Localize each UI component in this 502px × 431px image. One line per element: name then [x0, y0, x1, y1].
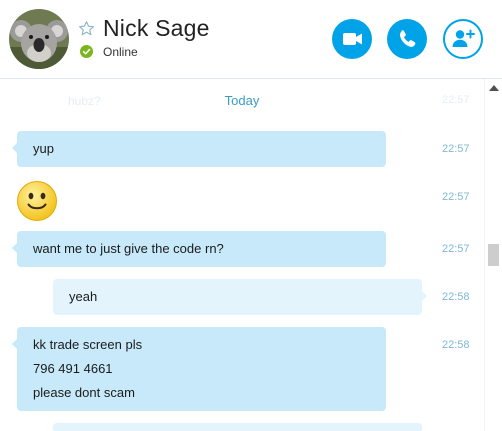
video-call-button[interactable] [332, 19, 372, 59]
message-time: 22:57 [442, 243, 470, 255]
scroll-up-arrow-icon[interactable] [489, 85, 499, 91]
add-people-button[interactable] [443, 19, 483, 59]
message-time: 22:58 [442, 339, 470, 351]
conversation-header: Nick Sage Online [0, 0, 502, 79]
message-time: 22:57 [442, 191, 470, 203]
chat-scrollbar[interactable] [484, 79, 502, 431]
phone-icon [399, 30, 416, 47]
online-status-icon [80, 45, 93, 58]
message-bubble[interactable]: yup [12, 131, 386, 167]
message-text: please dont scam [33, 385, 135, 400]
message-bubble[interactable]: kk trade screen pls 796 491 4661 please … [12, 327, 386, 411]
faded-previous-time: 22:57 [442, 94, 470, 106]
audio-call-button[interactable] [387, 19, 427, 59]
message-text: kk trade screen pls [33, 337, 143, 352]
favorite-star-icon[interactable] [78, 20, 95, 37]
message-bubble[interactable]: want me to just give the code rn? [12, 231, 386, 267]
smile-emoticon-icon[interactable] [16, 180, 58, 222]
date-divider: Today [224, 93, 260, 108]
message-time: 22:58 [442, 291, 470, 303]
message-text: want me to just give the code rn? [33, 241, 224, 256]
message-bubble[interactable]: yeah [53, 279, 427, 315]
message-text: 796 491 4661 [33, 361, 113, 376]
message-time: 22:57 [442, 143, 470, 155]
message-text: yup [33, 141, 54, 156]
contact-status: Online [103, 45, 138, 59]
contact-name[interactable]: Nick Sage [103, 15, 210, 42]
conversation-area[interactable]: hubz? 22:57 Today yup 22:57 22:57 want m… [0, 79, 484, 431]
faded-previous-message: hubz? [68, 94, 101, 108]
contact-avatar[interactable] [9, 9, 69, 69]
message-text: yeah [69, 289, 98, 304]
add-person-icon [452, 29, 475, 47]
video-camera-icon [343, 33, 362, 45]
scrollbar-thumb[interactable] [488, 244, 499, 266]
next-message-bubble-partial [53, 423, 422, 431]
